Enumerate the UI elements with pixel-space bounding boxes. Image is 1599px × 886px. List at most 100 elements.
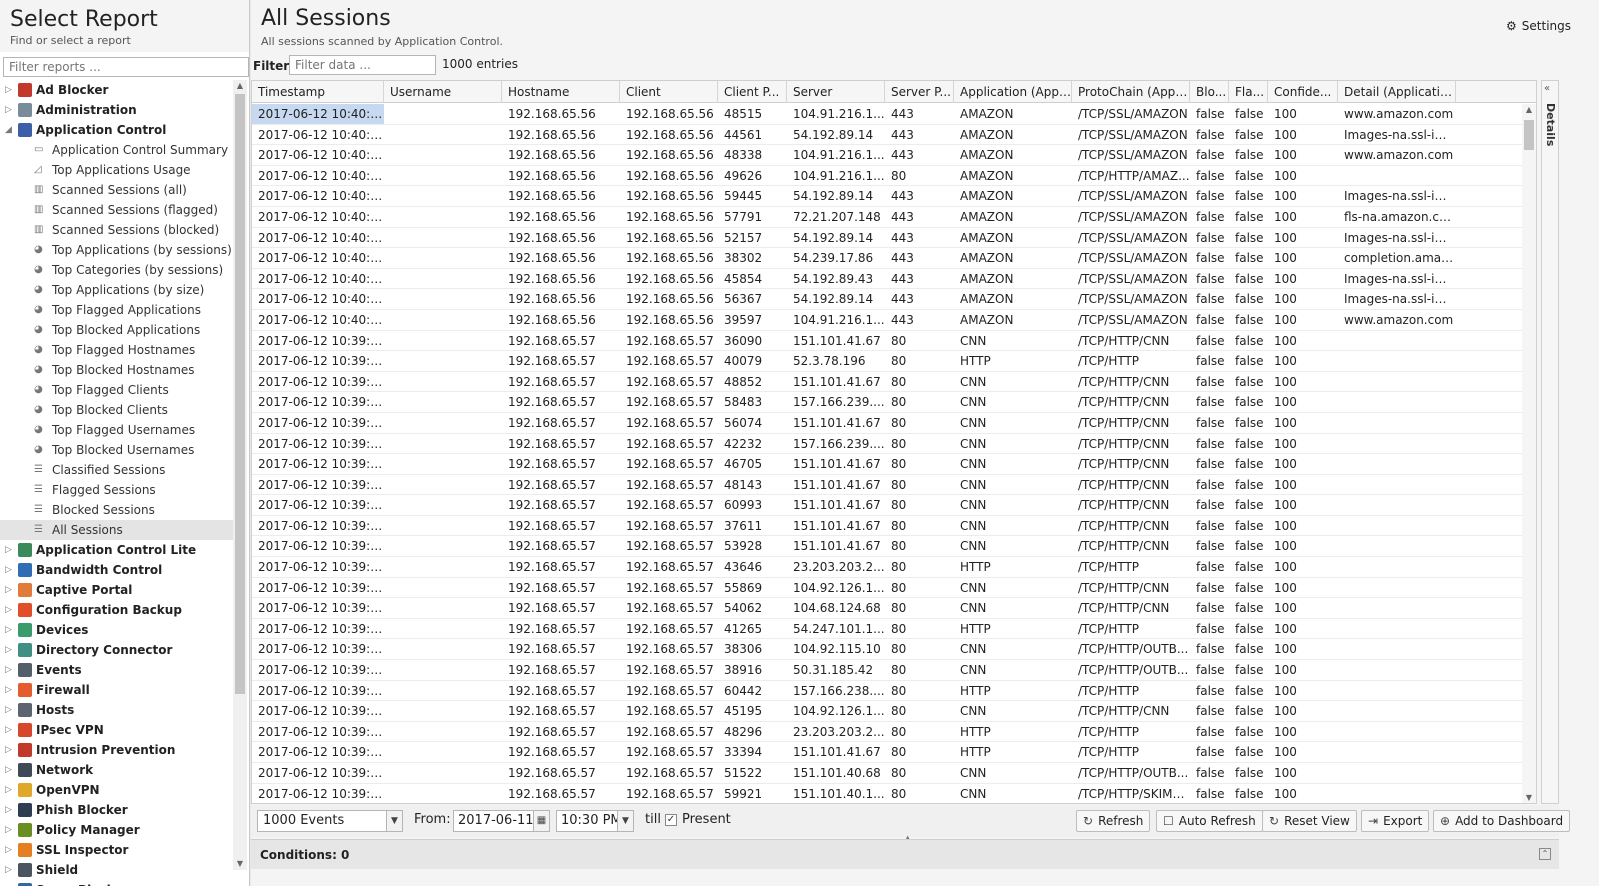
table-row[interactable]: 2017-06-12 10:39:4... 192.168.65.57 192.16… [252, 639, 1524, 661]
tree-report-item[interactable]: ☰ Classified Sessions [0, 460, 236, 480]
table-row[interactable]: 2017-06-12 10:39:4... 192.168.65.57 192.16… [252, 536, 1524, 558]
table-row[interactable]: 2017-06-12 10:39:4... 192.168.65.57 192.16… [252, 475, 1524, 496]
tree-app-item[interactable]: ▷ Administration [0, 100, 236, 120]
column-header[interactable]: Fla... [1229, 81, 1268, 103]
settings-button[interactable]: ⚙ Settings [1506, 19, 1571, 33]
tree-report-item[interactable]: ◕ Top Flagged Clients [0, 380, 236, 400]
table-row[interactable]: 2017-06-12 10:39:5... 192.168.65.57 192.16… [252, 372, 1524, 393]
calendar-icon[interactable]: ▦ [533, 811, 549, 831]
expand-triangle-icon[interactable]: ▷ [5, 740, 14, 760]
table-row[interactable]: 2017-06-12 10:39:4... 192.168.65.57 192.16… [252, 392, 1524, 413]
tree-app-item[interactable]: ▷ IPsec VPN [0, 720, 236, 740]
scroll-down-icon[interactable]: ▼ [1522, 792, 1536, 803]
tree-app-item[interactable]: ▷ Configuration Backup [0, 600, 236, 620]
table-row[interactable]: 2017-06-12 10:40:1... 192.168.65.56 192.16… [252, 289, 1524, 310]
tree-report-item[interactable]: ▥ Scanned Sessions (flagged) [0, 200, 236, 220]
table-row[interactable]: 2017-06-12 10:39:4... 192.168.65.57 192.16… [252, 701, 1524, 722]
table-row[interactable]: 2017-06-12 10:40:1... 192.168.65.56 192.16… [252, 104, 1524, 125]
column-header[interactable]: Confide... [1268, 81, 1338, 103]
expand-triangle-icon[interactable]: ▷ [5, 760, 14, 780]
tree-report-item[interactable]: ◕ Top Flagged Usernames [0, 420, 236, 440]
column-header[interactable]: Client [620, 81, 718, 103]
table-row[interactable]: 2017-06-12 10:39:4... 192.168.65.57 192.16… [252, 598, 1524, 619]
tree-app-item[interactable]: ▷ Directory Connector [0, 640, 236, 660]
table-row[interactable]: 2017-06-12 10:39:4... 192.168.65.57 192.16… [252, 660, 1524, 681]
table-row[interactable]: 2017-06-12 10:40:1... 192.168.65.56 192.16… [252, 186, 1524, 207]
table-row[interactable]: 2017-06-12 10:39:4... 192.168.65.57 192.16… [252, 722, 1524, 743]
expand-triangle-icon[interactable]: ▷ [5, 780, 14, 800]
table-row[interactable]: 2017-06-12 10:39:4... 192.168.65.57 192.16… [252, 681, 1524, 702]
tree-app-item[interactable]: ▷ Policy Manager [0, 820, 236, 840]
table-row[interactable]: 2017-06-12 10:39:4... 192.168.65.57 192.16… [252, 413, 1524, 434]
column-header[interactable]: Client P... [718, 81, 787, 103]
auto-refresh-button[interactable]: ☐ Auto Refresh [1156, 810, 1263, 832]
table-row[interactable]: 2017-06-12 10:39:4... 192.168.65.57 192.16… [252, 454, 1524, 475]
tree-app-item[interactable]: ▷ Events [0, 660, 236, 680]
table-row[interactable]: 2017-06-12 10:40:1... 192.168.65.56 192.16… [252, 145, 1524, 166]
chevron-down-icon[interactable]: ▼ [386, 811, 402, 831]
tree-report-item[interactable]: ◕ Top Blocked Clients [0, 400, 236, 420]
table-row[interactable]: 2017-06-12 10:39:4... 192.168.65.57 192.16… [252, 742, 1524, 763]
expand-triangle-icon[interactable]: ▷ [5, 100, 14, 120]
chevron-down-icon[interactable]: ▼ [617, 811, 633, 831]
reset-view-button[interactable]: ↻ Reset View [1262, 810, 1357, 832]
expand-triangle-icon[interactable]: ▷ [5, 80, 14, 100]
refresh-button[interactable]: ↻ Refresh [1076, 810, 1151, 832]
tree-report-item[interactable]: ☰ Blocked Sessions [0, 500, 236, 520]
export-button[interactable]: ⇥ Export [1361, 810, 1430, 832]
expand-triangle-icon[interactable]: ▷ [5, 540, 14, 560]
report-tree-scrollbar[interactable]: ▲ ▼ [233, 80, 247, 870]
table-row[interactable]: 2017-06-12 10:40:1... 192.168.65.56 192.16… [252, 228, 1524, 249]
tree-report-item[interactable]: ◕ Top Categories (by sessions) [0, 260, 236, 280]
table-row[interactable]: 2017-06-12 10:39:4... 192.168.65.57 192.16… [252, 434, 1524, 455]
tree-report-item[interactable]: ▭ Application Control Summary [0, 140, 236, 160]
expand-triangle-icon[interactable]: ▷ [5, 660, 14, 680]
tree-app-item[interactable]: ◢ Application Control [0, 120, 236, 140]
table-row[interactable]: 2017-06-12 10:40:1... 192.168.65.56 192.16… [252, 166, 1524, 187]
grid-scrollbar[interactable]: ▲ ▼ [1522, 104, 1536, 803]
expand-triangle-icon[interactable]: ▷ [5, 860, 14, 880]
expand-triangle-icon[interactable]: ▷ [5, 560, 14, 580]
expand-triangle-icon[interactable]: ▷ [5, 620, 14, 640]
column-header[interactable]: Server [787, 81, 885, 103]
grid-scroll-thumb[interactable] [1524, 120, 1534, 150]
tree-app-item[interactable]: ▷ SSL Inspector [0, 840, 236, 860]
tree-report-item[interactable]: ◕ Top Blocked Usernames [0, 440, 236, 460]
tree-app-item[interactable]: ▷ Firewall [0, 680, 236, 700]
tree-app-item[interactable]: ▷ Devices [0, 620, 236, 640]
expand-details-icon[interactable]: « [1544, 83, 1550, 94]
expand-triangle-icon[interactable]: ▷ [5, 800, 14, 820]
expand-triangle-icon[interactable]: ▷ [5, 880, 14, 886]
details-panel[interactable]: « Details [1541, 80, 1559, 804]
expand-icon[interactable]: ⌃ [1539, 848, 1551, 860]
column-header[interactable]: Hostname [502, 81, 620, 103]
tree-app-item[interactable]: ▷ OpenVPN [0, 780, 236, 800]
tree-report-item[interactable]: ☰ Flagged Sessions [0, 480, 236, 500]
tree-app-item[interactable]: ▷ Shield [0, 860, 236, 880]
column-header[interactable]: Username [384, 81, 502, 103]
tree-app-item[interactable]: ▷ Intrusion Prevention [0, 740, 236, 760]
table-row[interactable]: 2017-06-12 10:40:1... 192.168.65.56 192.16… [252, 310, 1524, 331]
from-date-field[interactable]: 2017-06-11 ▦ [453, 810, 550, 832]
column-header[interactable]: Detail (Applicatio... [1338, 81, 1456, 103]
collapse-triangle-icon[interactable]: ◢ [5, 120, 14, 140]
column-header[interactable]: Timestamp [252, 81, 384, 103]
present-checkbox[interactable]: ✓ [665, 814, 677, 826]
table-row[interactable]: 2017-06-12 10:40:1... 192.168.65.56 192.16… [252, 125, 1524, 146]
expand-triangle-icon[interactable]: ▷ [5, 640, 14, 660]
tree-app-item[interactable]: ▷ Application Control Lite [0, 540, 236, 560]
table-row[interactable]: 2017-06-12 10:39:4... 192.168.65.57 192.16… [252, 619, 1524, 640]
expand-triangle-icon[interactable]: ▷ [5, 720, 14, 740]
tree-report-item[interactable]: ◕ Top Applications (by size) [0, 280, 236, 300]
scroll-up-icon[interactable]: ▲ [233, 80, 247, 92]
tree-app-item[interactable]: ▷ Hosts [0, 700, 236, 720]
expand-triangle-icon[interactable]: ▷ [5, 580, 14, 600]
expand-triangle-icon[interactable]: ▷ [5, 840, 14, 860]
tree-app-item[interactable]: ▷ Phish Blocker [0, 800, 236, 820]
scroll-down-icon[interactable]: ▼ [233, 858, 247, 870]
table-row[interactable]: 2017-06-12 10:39:4... 192.168.65.57 192.16… [252, 516, 1524, 537]
tree-app-item[interactable]: ▷ Ad Blocker [0, 80, 236, 100]
events-limit-select[interactable]: 1000 Events ▼ [257, 810, 403, 832]
table-row[interactable]: 2017-06-12 10:40:1... 192.168.65.56 192.16… [252, 207, 1524, 228]
tree-report-item[interactable]: ▥ Scanned Sessions (all) [0, 180, 236, 200]
